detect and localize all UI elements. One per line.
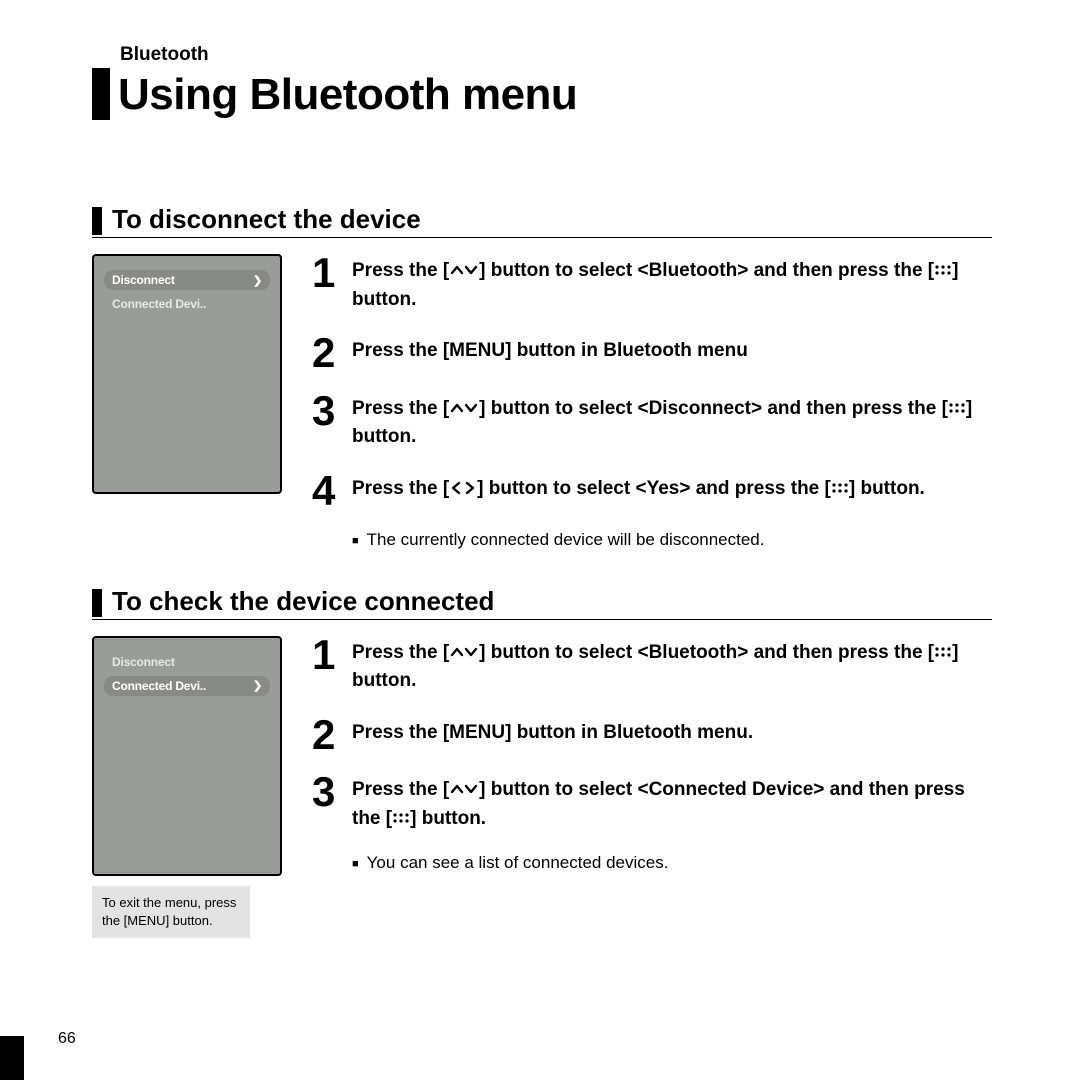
step-text-fragment: Press the [: [352, 398, 449, 419]
device-screen-illustration: Disconnect Connected Devi.. ❯: [92, 636, 282, 876]
chevron-right-icon: ❯: [253, 679, 262, 692]
page-edge-tab: [0, 1036, 24, 1080]
tip-box: To exit the menu, press the [MENU] butto…: [92, 886, 250, 938]
steps-list: 1 Press the [ ] button to select <Bluetoot…: [312, 254, 992, 556]
device-menu-label: Connected Devi..: [112, 679, 206, 693]
section-heading: To disconnect the device: [92, 204, 992, 238]
step-text-fragment: Press the [: [352, 478, 449, 499]
step-text-fragment: ] button.: [849, 478, 925, 499]
up-down-icon: [449, 645, 479, 659]
step-text-fragment: Press the [MENU] button in Bluetooth men…: [352, 340, 748, 361]
device-menu-label: Disconnect: [112, 273, 175, 287]
step-number: 2: [312, 334, 342, 372]
step-text: Press the [ ] button to select <Bluetooth…: [352, 636, 992, 696]
grid-icon: [831, 481, 849, 495]
step-text-fragment: Press the [: [352, 260, 449, 281]
step-note: ■ You can see a list of connected devices…: [352, 853, 992, 873]
device-menu-item[interactable]: Connected Devi.. ❯: [104, 676, 270, 696]
step-text-fragment: Press the [: [352, 779, 449, 800]
instruction-step: 1 Press the [ ] button to select <Bluetoot…: [312, 636, 992, 696]
step-number: 3: [312, 773, 342, 833]
grid-icon: [934, 263, 952, 277]
section-title: To disconnect the device: [112, 204, 421, 235]
page-title: Using Bluetooth menu: [118, 70, 577, 120]
step-text: Press the [MENU] button in Bluetooth men…: [352, 716, 753, 754]
chevron-right-icon: ❯: [253, 274, 262, 287]
grid-icon: [392, 811, 410, 825]
grid-icon: [934, 645, 952, 659]
device-menu-label: Disconnect: [112, 655, 175, 669]
step-text-fragment: ] button to select <Yes> and press the [: [477, 478, 831, 499]
section: To check the device connected Disconnect C…: [92, 586, 992, 938]
bullet-icon: ■: [352, 858, 359, 870]
grid-icon: [948, 401, 966, 415]
step-text: Press the [MENU] button in Bluetooth men…: [352, 334, 748, 372]
section-accent-bar: [92, 207, 102, 235]
step-text-fragment: ] button to select <Bluetooth> and then …: [479, 642, 934, 663]
page-number: 66: [58, 1030, 76, 1048]
step-text-fragment: ] button.: [410, 808, 486, 829]
step-text: Press the [ ] button to select <Bluetooth…: [352, 254, 992, 314]
step-text: Press the [] button to select <Connected…: [352, 773, 992, 833]
step-text-fragment: Press the [MENU] button in Bluetooth men…: [352, 722, 753, 743]
up-down-icon: [449, 263, 479, 277]
bullet-icon: ■: [352, 535, 359, 547]
step-number: 1: [312, 254, 342, 314]
step-text: Press the [ ] button to select <Yes> and …: [352, 472, 925, 510]
device-menu-item[interactable]: Disconnect ❯: [104, 270, 270, 290]
instruction-step: 4 Press the [ ] button to select <Yes> and…: [312, 472, 992, 510]
section: To disconnect the device Disconnect ❯ Conne…: [92, 204, 992, 556]
device-menu-item[interactable]: Disconnect: [104, 652, 270, 672]
step-text-fragment: ] button to select <Bluetooth> and then …: [479, 260, 934, 281]
step-text-fragment: ] button to select <Disconnect> and then…: [479, 398, 948, 419]
section-title: To check the device connected: [112, 586, 494, 617]
step-number: 2: [312, 716, 342, 754]
note-text: You can see a list of connected devices.: [367, 853, 669, 873]
step-number: 3: [312, 392, 342, 452]
instruction-step: 1 Press the [ ] button to select <Bluetoot…: [312, 254, 992, 314]
device-menu-label: Connected Devi..: [112, 297, 206, 311]
left-right-icon: [449, 481, 477, 495]
instruction-step: 2 Press the [MENU] button in Bluetooth me…: [312, 716, 992, 754]
steps-list: 1 Press the [ ] button to select <Bluetoot…: [312, 636, 992, 938]
section-accent-bar: [92, 589, 102, 617]
up-down-icon: [449, 401, 479, 415]
device-menu-item[interactable]: Connected Devi..: [104, 294, 270, 314]
instruction-step: 2 Press the [MENU] button in Bluetooth me…: [312, 334, 992, 372]
page-content: Bluetooth Using Bluetooth menu To discon…: [92, 44, 992, 938]
step-number: 4: [312, 472, 342, 510]
step-text: Press the [ ] button to select <Disconnec…: [352, 392, 992, 452]
note-text: The currently connected device will be d…: [367, 530, 765, 550]
title-accent-bar: [92, 68, 110, 120]
breadcrumb: Bluetooth: [120, 44, 992, 66]
device-screen-illustration: Disconnect ❯ Connected Devi..: [92, 254, 282, 494]
instruction-step: 3Press the [] button to select <Connecte…: [312, 773, 992, 833]
instruction-step: 3 Press the [ ] button to select <Disconne…: [312, 392, 992, 452]
step-note: ■ The currently connected device will be …: [352, 530, 992, 550]
section-heading: To check the device connected: [92, 586, 992, 620]
step-number: 1: [312, 636, 342, 696]
step-text-fragment: Press the [: [352, 642, 449, 663]
up-down-icon: [449, 782, 479, 796]
